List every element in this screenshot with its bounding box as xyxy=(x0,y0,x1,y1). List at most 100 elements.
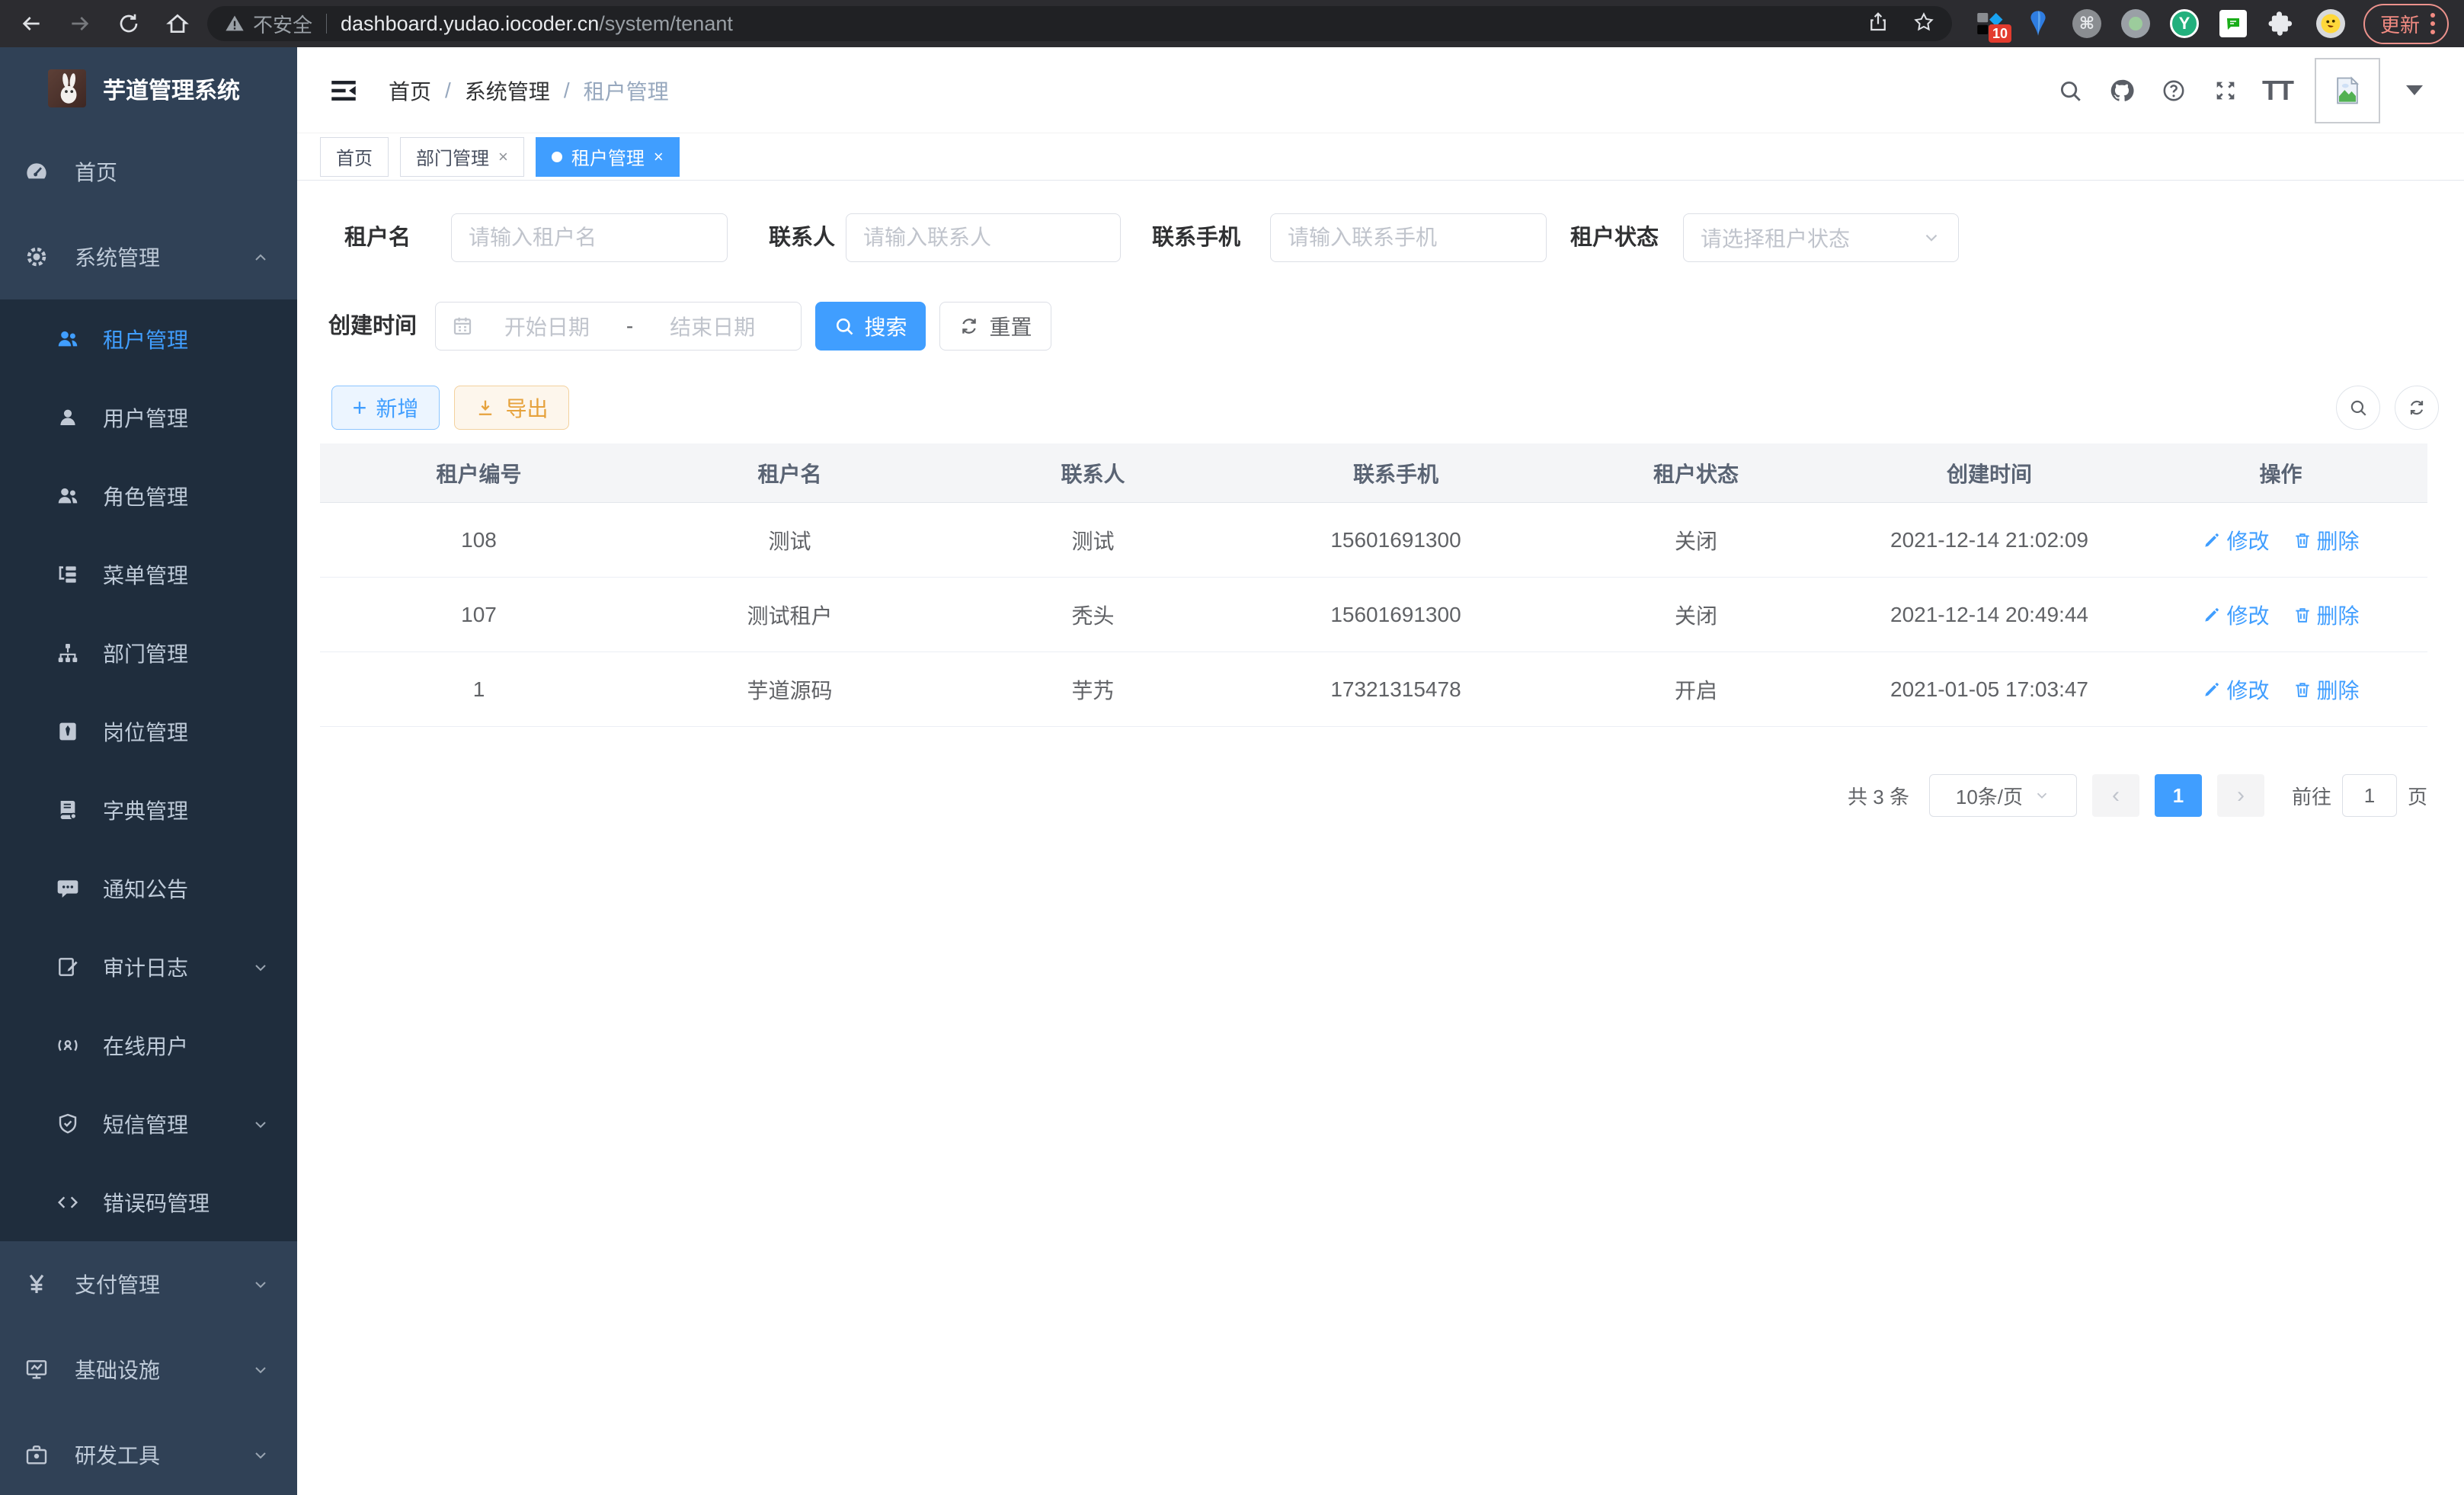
extension-yuque-icon[interactable]: Y xyxy=(2168,8,2200,40)
sidebar-item-notice[interactable]: 通知公告 xyxy=(0,849,297,927)
cell-mobile: 15601691300 xyxy=(1244,528,1547,552)
reset-button[interactable]: 重置 xyxy=(939,302,1051,351)
table-search-toggle-button[interactable] xyxy=(2336,386,2380,430)
start-date-placeholder[interactable]: 开始日期 xyxy=(474,311,620,341)
sidebar-item-devtools[interactable]: 研发工具 xyxy=(0,1412,297,1495)
current-page-button[interactable]: 1 xyxy=(2155,774,2202,817)
mobile-input[interactable] xyxy=(1270,213,1547,262)
delete-link[interactable]: 删除 xyxy=(2293,674,2360,705)
browser-home-icon[interactable] xyxy=(163,9,192,38)
cell-contact: 秃头 xyxy=(942,600,1244,630)
sidebar-item-online-user[interactable]: 在线用户 xyxy=(0,1006,297,1084)
extension-command-icon[interactable]: ⌘ xyxy=(2071,8,2103,40)
delete-link[interactable]: 删除 xyxy=(2293,600,2360,630)
browser-update-button[interactable]: 更新 xyxy=(2363,4,2449,44)
export-button-label: 导出 xyxy=(505,392,548,423)
tab-home[interactable]: 首页 xyxy=(320,137,389,177)
profile-avatar-icon[interactable] xyxy=(2315,8,2347,40)
edit-link[interactable]: 修改 xyxy=(2202,674,2269,705)
trash-icon xyxy=(2293,605,2312,625)
tab-dept[interactable]: 部门管理 × xyxy=(400,137,524,177)
refresh-icon xyxy=(2407,398,2427,418)
github-icon[interactable] xyxy=(2107,76,2136,105)
breadcrumb-home[interactable]: 首页 xyxy=(389,75,431,106)
edit-link[interactable]: 修改 xyxy=(2202,600,2269,630)
briefcase-icon xyxy=(24,1442,49,1467)
sidebar-item-sms[interactable]: 短信管理 xyxy=(0,1084,297,1163)
cell-tenant-name: 芋道源码 xyxy=(638,674,942,705)
delete-link[interactable]: 删除 xyxy=(2293,525,2360,555)
sidebar-item-label: 用户管理 xyxy=(103,402,188,433)
column-header: 租户状态 xyxy=(1547,458,1845,488)
browser-toolbar: 不安全 dashboard.yudao.iocoder.cn/system/te… xyxy=(0,0,2464,47)
sidebar-item-label: 岗位管理 xyxy=(103,716,188,747)
extension-record-icon[interactable] xyxy=(2120,8,2152,40)
font-size-icon[interactable]: TT xyxy=(2263,76,2292,105)
org-chart-icon xyxy=(56,641,80,665)
column-header: 租户名 xyxy=(638,458,942,488)
browser-back-icon[interactable] xyxy=(17,9,46,38)
contact-input[interactable] xyxy=(846,213,1121,262)
sidebar-item-errcode[interactable]: 错误码管理 xyxy=(0,1163,297,1241)
goto-page-input[interactable] xyxy=(2342,774,2397,817)
tenant-name-input[interactable] xyxy=(451,213,728,262)
create-time-range-picker[interactable]: 开始日期 - 结束日期 xyxy=(435,302,802,351)
sidebar-item-system[interactable]: 系统管理 xyxy=(0,214,297,299)
browser-menu-icon[interactable] xyxy=(2430,13,2435,34)
status-select[interactable]: 请选择租户状态 xyxy=(1683,213,1959,262)
search-button[interactable]: 搜索 xyxy=(815,302,926,351)
extension-puzzle-icon[interactable] xyxy=(2266,8,2298,40)
tab-tenant[interactable]: 租户管理× xyxy=(536,137,680,177)
navbar-actions: TT xyxy=(2056,47,2423,133)
sidebar-item-label: 部门管理 xyxy=(103,638,188,668)
sidebar-item-post[interactable]: 岗位管理 xyxy=(0,692,297,770)
prev-page-button[interactable]: ‹ xyxy=(2092,774,2139,817)
search-icon[interactable] xyxy=(2056,76,2085,105)
sidebar-logo-row[interactable]: 芋道管理系统 xyxy=(0,47,297,129)
export-button[interactable]: 导出 xyxy=(454,386,569,430)
table-refresh-button[interactable] xyxy=(2395,386,2439,430)
search-button-label: 搜索 xyxy=(864,311,907,341)
extension-grid-icon[interactable]: 10 xyxy=(1973,8,2005,40)
sidebar-item-menu[interactable]: 菜单管理 xyxy=(0,535,297,613)
page-size-select[interactable]: 10条/页 xyxy=(1929,774,2077,817)
sidebar-item-pay[interactable]: 支付管理 xyxy=(0,1241,297,1327)
sidebar-collapse-icon[interactable] xyxy=(328,75,360,107)
plus-icon: + xyxy=(353,395,367,420)
breadcrumb-section[interactable]: 系统管理 xyxy=(465,75,550,106)
sidebar-item-home[interactable]: 首页 xyxy=(0,129,297,214)
edit-link[interactable]: 修改 xyxy=(2202,525,2269,555)
next-page-button[interactable]: › xyxy=(2217,774,2264,817)
avatar-dropdown-caret-icon[interactable] xyxy=(2406,85,2423,95)
add-button[interactable]: + 新增 xyxy=(331,386,440,430)
browser-reload-icon[interactable] xyxy=(114,9,143,38)
browser-forward-icon[interactable] xyxy=(66,9,94,38)
column-header: 创建时间 xyxy=(1845,458,2134,488)
mobile-label: 联系手机 xyxy=(1152,213,1240,262)
cell-created: 2021-12-14 21:02:09 xyxy=(1845,528,2134,552)
tab-label: 部门管理 xyxy=(416,143,489,170)
tab-close-icon[interactable]: × xyxy=(498,147,508,167)
sidebar-item-dept[interactable]: 部门管理 xyxy=(0,613,297,692)
search-icon xyxy=(2348,398,2368,418)
extension-chat-icon[interactable] xyxy=(2217,8,2249,40)
address-bar[interactable]: 不安全 dashboard.yudao.iocoder.cn/system/te… xyxy=(207,6,1952,41)
sidebar-item-dict[interactable]: 字典管理 xyxy=(0,770,297,849)
sidebar-item-label: 错误码管理 xyxy=(103,1187,210,1218)
date-range-separator: - xyxy=(620,314,639,338)
help-icon[interactable] xyxy=(2159,76,2188,105)
sidebar-item-tenant[interactable]: 租户管理 xyxy=(0,299,297,378)
bookmark-star-icon[interactable] xyxy=(1912,11,1935,37)
share-icon[interactable] xyxy=(1867,11,1890,37)
fullscreen-icon[interactable] xyxy=(2211,76,2240,105)
sidebar-item-role[interactable]: 角色管理 xyxy=(0,456,297,535)
end-date-placeholder[interactable]: 结束日期 xyxy=(639,311,786,341)
extension-balloon-icon[interactable] xyxy=(2022,8,2054,40)
avatar[interactable] xyxy=(2315,58,2380,123)
sidebar-item-user[interactable]: 用户管理 xyxy=(0,378,297,456)
screen: 不安全 dashboard.yudao.iocoder.cn/system/te… xyxy=(0,0,2464,1495)
tab-close-icon[interactable]: × xyxy=(654,147,664,167)
create-time-label: 创建时间 xyxy=(328,302,417,351)
sidebar-item-audit-log[interactable]: 审计日志 xyxy=(0,927,297,1006)
sidebar-item-infra[interactable]: 基础设施 xyxy=(0,1327,297,1412)
